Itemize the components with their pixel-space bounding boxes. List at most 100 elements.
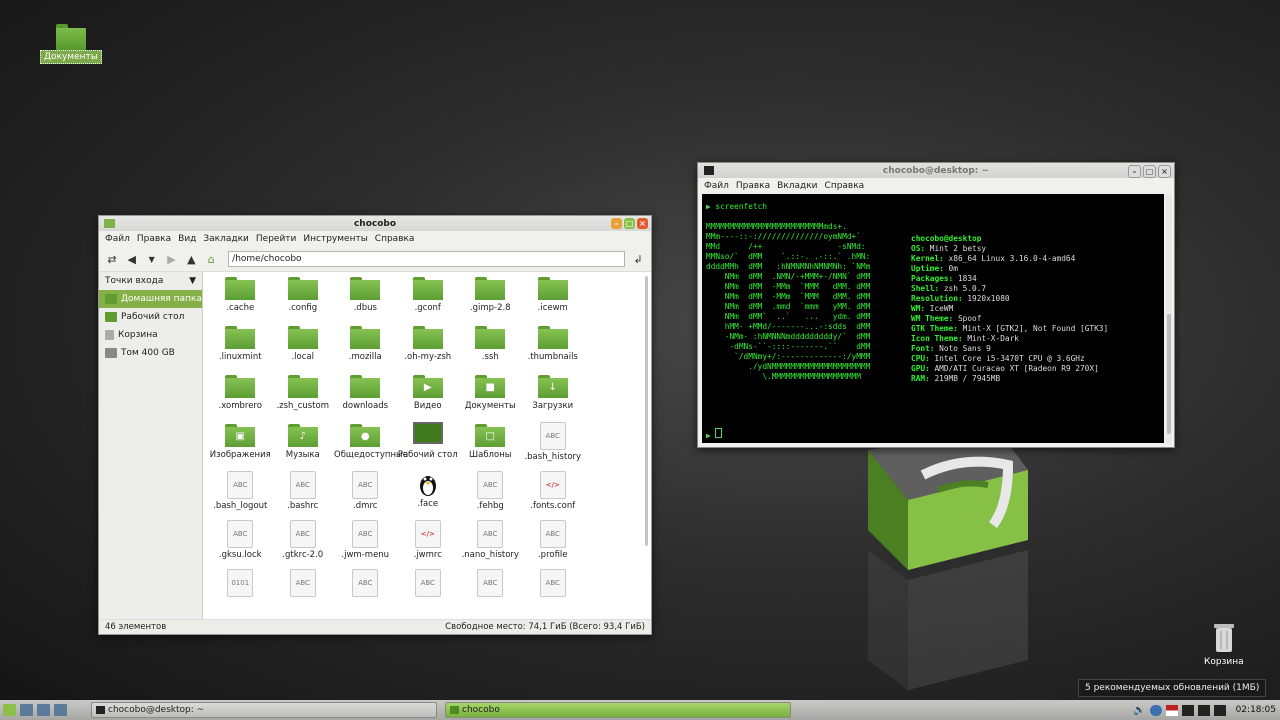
keyboard-layout-icon[interactable]	[1165, 704, 1178, 716]
sidebar-item-home[interactable]: Домашняя папка	[99, 290, 202, 308]
task-terminal[interactable]: chocobo@desktop: ~	[91, 702, 437, 718]
file-item[interactable]: .cache	[209, 275, 272, 324]
history-dropdown-icon[interactable]: ▼	[145, 255, 159, 264]
menu-file[interactable]: Файл	[105, 234, 130, 244]
file-item[interactable]: ABC .dmrc	[334, 471, 397, 520]
file-item[interactable]: ABC .fehbg	[459, 471, 522, 520]
menu-edit[interactable]: Правка	[137, 234, 171, 244]
file-item[interactable]: .face	[397, 471, 460, 520]
forward-icon[interactable]: ▶	[165, 253, 179, 266]
file-item[interactable]: ABC .bash_logout	[209, 471, 272, 520]
go-icon[interactable]: ↲	[631, 253, 645, 266]
file-item[interactable]: ABC	[334, 569, 397, 618]
file-item[interactable]: ABC .gtkrc-2.0	[272, 520, 335, 569]
close-button[interactable]: ×	[1158, 165, 1171, 178]
show-desktop-icon[interactable]	[20, 704, 33, 716]
file-item[interactable]: ▣ Изображения	[209, 422, 272, 471]
computer-icon[interactable]	[54, 704, 67, 716]
file-manager-window[interactable]: chocobo – □ × Файл Правка Вид Закладки П…	[98, 215, 652, 635]
file-item[interactable]: .icewm	[522, 275, 585, 324]
folder-icon	[537, 324, 568, 350]
file-item[interactable]: Рабочий стол	[397, 422, 460, 471]
sidebar-item-desktop[interactable]: Рабочий стол	[99, 308, 202, 326]
file-item[interactable]: .local	[272, 324, 335, 373]
fm-titlebar[interactable]: chocobo – □ ×	[99, 216, 651, 231]
net-monitor-icon[interactable]	[1213, 704, 1226, 716]
file-item[interactable]: ABC .jwm-menu	[334, 520, 397, 569]
file-item[interactable]: ▶ Видео	[397, 373, 460, 422]
menu-file[interactable]: Файл	[704, 181, 729, 191]
file-item[interactable]: ■ Документы	[459, 373, 522, 422]
file-item[interactable]: </> .jwmrc	[397, 520, 460, 569]
sidebar-item-trash[interactable]: Корзина	[99, 326, 202, 344]
menu-go[interactable]: Перейти	[256, 234, 297, 244]
volume-icon[interactable]: 🔈	[1133, 705, 1145, 716]
file-item[interactable]: .xombrero	[209, 373, 272, 422]
terminal-scrollbar[interactable]	[1166, 194, 1172, 443]
menu-view[interactable]: Вид	[178, 234, 196, 244]
info-line: Font: Noto Sans 9	[911, 344, 1108, 354]
file-label: .gtkrc-2.0	[282, 550, 324, 560]
file-item[interactable]: .ssh	[459, 324, 522, 373]
vertical-scrollbar[interactable]	[645, 276, 648, 546]
menu-tools[interactable]: Инструменты	[303, 234, 367, 244]
menu-bookmarks[interactable]: Закладки	[203, 234, 249, 244]
file-item[interactable]: ● Общедоступные	[334, 422, 408, 471]
minimize-button[interactable]: –	[611, 218, 622, 229]
file-item[interactable]: .mozilla	[334, 324, 397, 373]
file-item[interactable]: .config	[272, 275, 335, 324]
file-item[interactable]: downloads	[334, 373, 397, 422]
file-item[interactable]: ABC .gksu.lock	[209, 520, 272, 569]
file-item[interactable]: .linuxmint	[209, 324, 272, 373]
file-item[interactable]: .dbus	[334, 275, 397, 324]
terminal-screen[interactable]: ▶ screenfetch MMMMMMMMMMMMMMMMMMMMMMMMMm…	[702, 194, 1164, 443]
menu-tabs[interactable]: Вкладки	[777, 181, 817, 191]
file-item[interactable]: .thumbnails	[522, 324, 585, 373]
menu-help[interactable]: Справка	[375, 234, 415, 244]
file-grid-area[interactable]: .cache .config .dbus .gconf .gimp-2.8 .icewm.…	[203, 272, 651, 620]
file-item[interactable]: ABC .bashrc	[272, 471, 335, 520]
file-item[interactable]: .zsh_custom	[272, 373, 335, 422]
new-tab-icon[interactable]: ⇄	[105, 253, 119, 266]
menu-launcher-icon[interactable]	[3, 704, 16, 716]
file-item[interactable]: ABC	[459, 569, 522, 618]
file-item[interactable]: </> .fonts.conf	[522, 471, 585, 520]
update-manager-icon[interactable]	[1149, 704, 1162, 716]
maximize-button[interactable]: □	[1143, 165, 1156, 178]
clock[interactable]: 02:18:05	[1236, 705, 1276, 715]
file-item[interactable]: □ Шаблоны	[459, 422, 522, 471]
file-item[interactable]: .gconf	[397, 275, 460, 324]
file-item[interactable]: ABC .bash_history	[522, 422, 585, 471]
terminal-window[interactable]: chocobo@desktop: ~ – □ × Файл Правка Вкл…	[697, 162, 1175, 448]
file-item[interactable]: ABC .nano_history	[459, 520, 522, 569]
menu-help[interactable]: Справка	[825, 181, 865, 191]
file-item[interactable]: ↓ Загрузки	[522, 373, 585, 422]
desktop-documents-icon[interactable]: Документы	[40, 24, 102, 64]
folder-icon	[225, 373, 256, 399]
up-icon[interactable]: ▲	[184, 253, 198, 266]
back-icon[interactable]: ◀	[125, 253, 139, 266]
desktop-trash-icon[interactable]: Корзина	[1204, 622, 1244, 667]
file-item[interactable]: ABC	[522, 569, 585, 618]
home-icon[interactable]: ⌂	[204, 253, 218, 266]
workspace-icon[interactable]	[37, 704, 50, 716]
file-item[interactable]: .gimp-2.8	[459, 275, 522, 324]
menu-edit[interactable]: Правка	[736, 181, 770, 191]
folder-icon	[287, 275, 318, 301]
close-button[interactable]: ×	[637, 218, 648, 229]
file-item[interactable]: ABC	[272, 569, 335, 618]
sidebar-places-dropdown[interactable]: Точки входа ▼	[99, 272, 202, 290]
terminal-titlebar[interactable]: chocobo@desktop: ~ – □ ×	[698, 163, 1174, 178]
cpu-monitor-icon[interactable]	[1181, 704, 1194, 716]
file-item[interactable]: ♪ Музыка	[272, 422, 335, 471]
mem-monitor-icon[interactable]	[1197, 704, 1210, 716]
maximize-button[interactable]: □	[624, 218, 635, 229]
path-input[interactable]: /home/chocobo	[228, 251, 626, 267]
file-item[interactable]: ABC	[397, 569, 460, 618]
minimize-button[interactable]: –	[1128, 165, 1141, 178]
file-item[interactable]: .oh-my-zsh	[397, 324, 460, 373]
task-file-manager[interactable]: chocobo	[445, 702, 791, 718]
file-item[interactable]: ABC .profile	[522, 520, 585, 569]
sidebar-item-volume[interactable]: Том 400 GB	[99, 344, 202, 362]
file-item[interactable]: 0101	[209, 569, 272, 618]
